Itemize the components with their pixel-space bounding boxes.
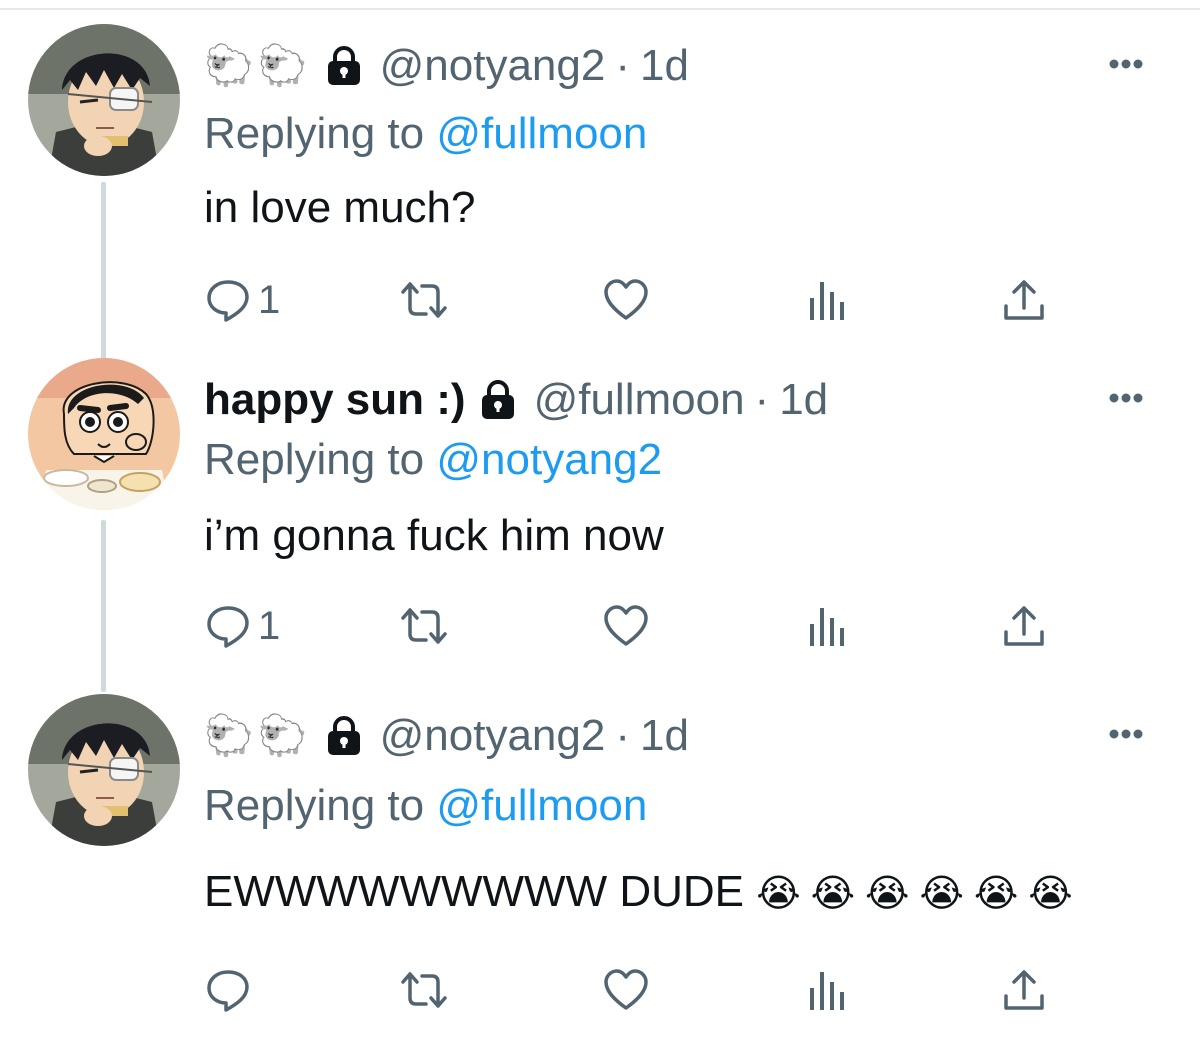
avatar[interactable] xyxy=(28,694,180,846)
tweet-text-content: EWWWWWWWWW DUDE xyxy=(204,867,745,916)
views-button[interactable] xyxy=(804,272,852,328)
cartoon-boy-eating-avatar xyxy=(28,358,180,510)
lock-icon xyxy=(476,378,520,422)
tweet-text-content: i’m gonna fuck him now xyxy=(204,511,664,560)
retweet-button[interactable] xyxy=(400,962,448,1018)
tweet-text: i’m gonna fuck him now xyxy=(204,506,664,566)
share-button[interactable] xyxy=(1000,962,1048,1018)
reply-button[interactable] xyxy=(204,962,258,1018)
tweet-text: in love much? xyxy=(204,178,475,238)
tweet-header: 🐑🐑 @notyang2 · 1d xyxy=(204,36,689,96)
replying-to-mention[interactable]: @fullmoon xyxy=(436,109,647,158)
like-button[interactable] xyxy=(602,962,650,1018)
user-handle[interactable]: @notyang2 xyxy=(380,36,606,96)
timestamp[interactable]: 1d xyxy=(779,370,828,430)
separator-dot: · xyxy=(615,41,630,90)
tweet-actions: 1 xyxy=(204,272,1064,328)
retweet-icon xyxy=(401,608,447,644)
timestamp[interactable]: 1d xyxy=(640,706,689,766)
timestamp[interactable]: 1d xyxy=(640,36,689,96)
reply-icon xyxy=(207,606,249,648)
tweet-text: EWWWWWWWWW DUDE 😭😭😭😭😭😭 xyxy=(204,862,1083,924)
reply-icon xyxy=(207,280,249,322)
retweet-icon xyxy=(401,282,447,318)
user-handle[interactable]: @fullmoon xyxy=(534,370,745,430)
like-icon xyxy=(604,279,648,320)
lock-icon xyxy=(322,714,366,758)
retweet-button[interactable] xyxy=(400,598,448,654)
separator-dot: · xyxy=(754,375,770,424)
like-button[interactable] xyxy=(602,272,650,328)
tweet-actions xyxy=(204,962,1064,1018)
crying-emojis: 😭😭😭😭😭😭 xyxy=(756,873,1083,915)
share-icon xyxy=(1004,606,1044,646)
replying-to-line: Replying to @fullmoon xyxy=(204,776,647,836)
display-name[interactable]: 🐑🐑 xyxy=(204,36,312,96)
reply-button[interactable]: 1 xyxy=(204,272,280,328)
share-button[interactable] xyxy=(1000,272,1048,328)
share-icon xyxy=(1004,970,1044,1010)
avatar[interactable] xyxy=(28,358,180,510)
tweet-text-content: in love much? xyxy=(204,183,476,232)
reply-count: 1 xyxy=(258,603,281,648)
replying-to-mention[interactable]: @notyang2 xyxy=(436,435,662,484)
like-button[interactable] xyxy=(602,598,650,654)
more-icon[interactable] xyxy=(1108,392,1144,404)
replying-to-label: Replying to xyxy=(204,435,425,484)
anime-boy-eyepatch-avatar xyxy=(28,694,180,846)
reply-count: 1 xyxy=(258,277,281,322)
share-button[interactable] xyxy=(1000,598,1048,654)
more-icon[interactable] xyxy=(1108,728,1144,740)
tweet[interactable]: 🐑🐑 @notyang2 · 1d Replying to @fullmoon … xyxy=(0,670,1200,1012)
display-name[interactable]: 🐑🐑 xyxy=(204,706,312,766)
views-icon xyxy=(810,282,844,320)
retweet-button[interactable] xyxy=(400,272,448,328)
tweet[interactable]: 🐑🐑 @notyang2 · 1d Replying to @fullmoon … xyxy=(0,0,1200,330)
reply-button[interactable]: 1 xyxy=(204,598,280,654)
display-name[interactable]: happy sun :) xyxy=(204,370,466,430)
avatar[interactable] xyxy=(28,24,180,176)
user-handle[interactable]: @notyang2 xyxy=(380,706,606,766)
reply-icon xyxy=(207,970,249,1012)
anime-boy-eyepatch-avatar xyxy=(28,24,180,176)
separator-dot: · xyxy=(615,711,630,760)
views-button[interactable] xyxy=(804,598,852,654)
views-icon xyxy=(810,972,844,1010)
tweet-header: happy sun :) @fullmoon · 1d xyxy=(204,370,828,430)
retweet-icon xyxy=(401,972,447,1008)
share-icon xyxy=(1004,280,1044,320)
like-icon xyxy=(604,969,648,1010)
replying-to-mention[interactable]: @fullmoon xyxy=(436,781,647,830)
replying-to-line: Replying to @notyang2 xyxy=(204,430,662,490)
replying-to-label: Replying to xyxy=(204,781,425,830)
lock-icon xyxy=(322,44,366,88)
like-icon xyxy=(604,605,648,646)
tweet-header: 🐑🐑 @notyang2 · 1d xyxy=(204,706,689,766)
replying-to-line: Replying to @fullmoon xyxy=(204,104,647,164)
tweet-actions: 1 xyxy=(204,598,1064,654)
views-button[interactable] xyxy=(804,962,852,1018)
more-icon[interactable] xyxy=(1108,58,1144,70)
tweet[interactable]: happy sun :) @fullmoon · 1d Replying to … xyxy=(0,334,1200,664)
views-icon xyxy=(810,608,844,646)
replying-to-label: Replying to xyxy=(204,109,425,158)
